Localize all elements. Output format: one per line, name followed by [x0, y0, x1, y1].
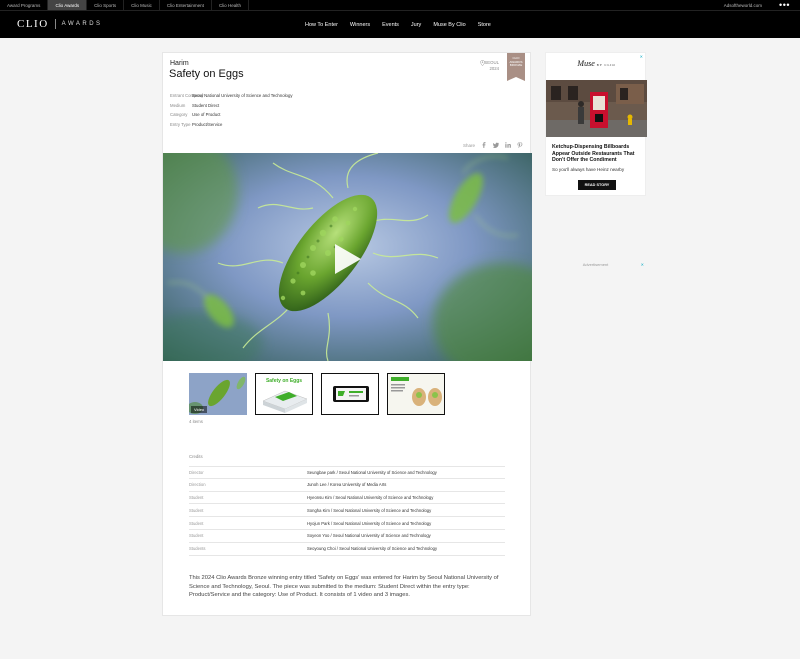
thumbnail-egg-pack-image: Safety on Eggs: [255, 373, 313, 415]
advertisement-label: Advertisement: [582, 262, 609, 267]
thumbnail-video[interactable]: Video: [189, 373, 247, 415]
thumbnail-image-2[interactable]: [321, 373, 379, 415]
media-items-count: 4 items: [189, 419, 203, 424]
entry-card: Harim Safety on Eggs SEOUL 2024 CLIO AWA…: [162, 52, 532, 616]
credit-row: Student Songha Kim / Seoul National Univ…: [189, 504, 505, 518]
share-label: Share: [463, 142, 476, 148]
topbar-clio-health[interactable]: Clio Health: [212, 0, 249, 10]
twitter-icon[interactable]: [493, 142, 499, 148]
entry-year: 2024: [489, 66, 499, 71]
share-bar: Share: [463, 142, 523, 148]
credit-row: Direction Junoh Lee / Korea University o…: [189, 479, 505, 492]
credit-role: Student: [189, 507, 204, 513]
thumbnail-video-label: Video: [191, 406, 208, 413]
meta-row: Entry Type Product/Service: [170, 120, 292, 130]
meta-key: Entrant Company: [170, 93, 204, 98]
topbar-award-programs[interactable]: Award Programs: [0, 0, 49, 10]
credit-name: Seoyoung Choi / Seoul National Universit…: [307, 546, 438, 552]
credit-name: Hyeonsu Kim / Seoul National University …: [307, 494, 434, 500]
meta-row: Category Use of Product: [170, 110, 292, 120]
topbar-clio-entertainment[interactable]: Clio Entertainment: [160, 0, 212, 10]
nav-links: How To Enter Winners Events Jury Muse By…: [305, 11, 503, 39]
advertisement-slot: Advertisement ✕: [545, 205, 646, 525]
nav-events[interactable]: Events: [382, 22, 399, 28]
topbar-clio-music[interactable]: Clio Music: [124, 0, 160, 10]
facebook-icon[interactable]: [481, 142, 487, 148]
topbar-clio-sports[interactable]: Clio Sports: [87, 0, 125, 10]
meta-key: Entry Type: [170, 121, 191, 127]
credit-name: Hyojun Park / Seoul National University …: [307, 520, 432, 526]
credit-role: Students: [189, 546, 206, 552]
bronze-award-badge: CLIO AWARDS BRONZE: [507, 53, 525, 81]
linkedin-icon[interactable]: [505, 142, 511, 148]
muse-logo-sub: BY CLIO: [596, 63, 616, 67]
meta-value-medium[interactable]: Student Direct: [192, 101, 219, 111]
ad-photo-billboard: [546, 80, 647, 137]
topbar-clio-awards[interactable]: Clio Awards: [48, 0, 88, 10]
nav-jury[interactable]: Jury: [411, 22, 421, 28]
entry-location: SEOUL 2024: [484, 60, 499, 72]
thumbnail-image-3[interactable]: [387, 373, 445, 415]
credits-table: Director Seungbae park / Seoul National …: [189, 466, 505, 556]
meta-key: Category: [170, 112, 188, 118]
nav-winners[interactable]: Winners: [350, 22, 370, 28]
thumbnail-phone-image: [321, 373, 379, 415]
meta-key: Medium: [170, 102, 186, 108]
meta-value-category[interactable]: Use of Product: [192, 110, 220, 120]
nav-how-to-enter[interactable]: How To Enter: [305, 22, 338, 28]
credit-row: Student Soyeon Yoo / Seoul National Univ…: [189, 530, 505, 543]
clio-awards-logo[interactable]: CLIO AWARDS: [17, 18, 103, 30]
meta-value-entry-type[interactable]: Product/Service: [192, 120, 222, 130]
nav-store[interactable]: Store: [478, 22, 491, 28]
credit-role: Director: [189, 469, 204, 475]
entry-title: Safety on Eggs: [169, 68, 244, 80]
logo-awards-text: AWARDS: [61, 21, 103, 27]
credit-row: Student Hyeonsu Kim / Seoul National Uni…: [189, 492, 505, 505]
badge-text: CLIO AWARDS BRONZE: [508, 56, 524, 68]
ads-of-the-world-link[interactable]: Adsoftheworld.com: [724, 0, 762, 10]
nav-muse-by-clio[interactable]: Muse By Clio: [433, 22, 465, 28]
entry-brand[interactable]: Harim: [170, 60, 189, 67]
top-utility-bar: Award Programs Clio Awards Clio Sports C…: [0, 0, 800, 10]
meta-value-entrant[interactable]: Seoul National University of Science and…: [192, 91, 292, 101]
credits-title: Credits: [189, 454, 203, 459]
ad-close-icon[interactable]: ✕: [641, 262, 644, 267]
credit-name: Junoh Lee / Korea University of Media Ar…: [307, 482, 387, 488]
credit-name: Seungbae park / Seoul National Universit…: [307, 469, 437, 475]
credit-role: Student: [189, 533, 204, 539]
credit-name: Songha Kim / Seoul National University o…: [307, 507, 432, 513]
credit-role: Student: [189, 494, 204, 500]
pinterest-icon[interactable]: [517, 142, 523, 148]
badge-line-3: BRONZE: [509, 63, 523, 68]
ad-subline: So you'll always have Heinz nearby: [552, 167, 625, 172]
read-story-button[interactable]: READ STORY: [578, 180, 616, 190]
media-thumbnails: Video Safety on Eggs: [189, 373, 445, 415]
thumbnail-1-title: Safety on Eggs: [266, 378, 302, 384]
main-nav: CLIO AWARDS How To Enter Winners Events …: [0, 10, 800, 38]
more-dots-icon[interactable]: •••: [779, 0, 790, 10]
logo-clio-text: CLIO: [17, 18, 49, 30]
credit-role: Direction: [189, 482, 206, 488]
logo-divider: [54, 19, 56, 29]
meta-row: Entrant Company Seoul National Universit…: [170, 91, 292, 101]
credit-name: Soyeon Yoo / Seoul National University o…: [307, 533, 431, 539]
video-player[interactable]: [163, 153, 532, 361]
credit-role: Student: [189, 520, 204, 526]
bacteria-video-frame: [163, 153, 532, 361]
muse-logo-text: Muse: [577, 59, 595, 68]
entry-description: This 2024 Clio Awards Bronze winning ent…: [189, 575, 499, 599]
credit-row: Director Seungbae park / Seoul National …: [189, 466, 505, 479]
thumbnail-image-1[interactable]: Safety on Eggs: [255, 373, 313, 415]
entry-meta: Entrant Company Seoul National Universit…: [170, 91, 292, 129]
credit-row: Student Hyojun Park / Seoul National Uni…: [189, 517, 505, 530]
muse-logo: Muse BY CLIO: [546, 59, 647, 68]
muse-story-ad[interactable]: ✕ Muse BY CLIO Ketchup-Dispensing Billbo…: [545, 52, 647, 196]
credit-row: Students Seoyoung Choi / Seoul National …: [189, 543, 505, 556]
thumbnail-eggs-image: [387, 373, 445, 415]
meta-row: Medium Student Direct: [170, 101, 292, 111]
ad-headline[interactable]: Ketchup-Dispensing Billboards Appear Out…: [552, 144, 644, 164]
